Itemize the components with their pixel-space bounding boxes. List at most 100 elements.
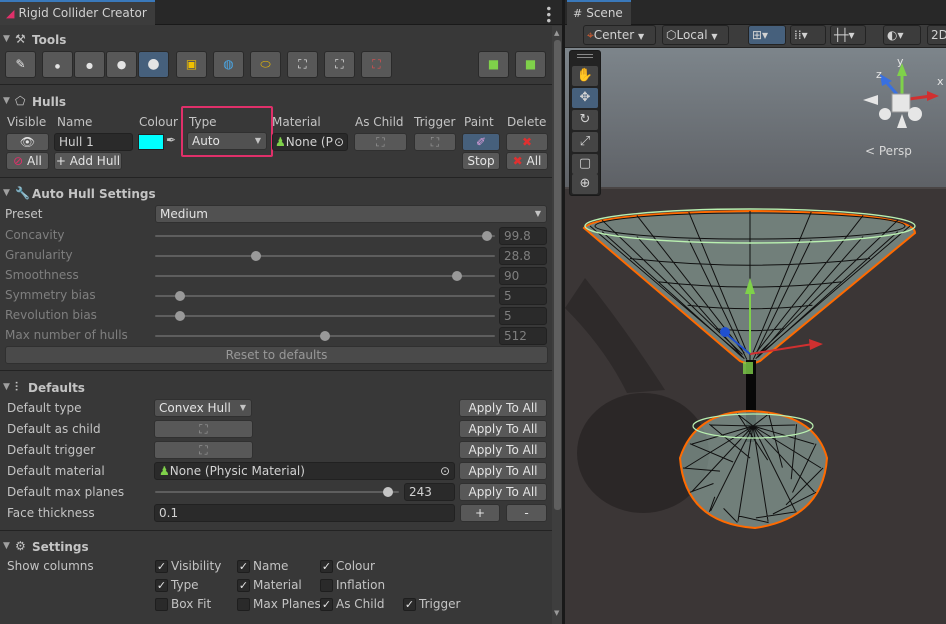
space-dropdown[interactable]: ⬡Local ▼	[662, 25, 729, 45]
max-planes-slider-track[interactable]	[155, 491, 399, 493]
default-as-child-toggle[interactable]: ⛶	[154, 420, 253, 438]
slider-track[interactable]	[155, 315, 495, 317]
slider-knob[interactable]	[481, 231, 492, 241]
apply-trigger-button[interactable]: Apply To All	[459, 441, 547, 459]
trigger-toggle[interactable]: ⛶	[414, 133, 456, 151]
face-thickness-plus-button[interactable]: +	[460, 504, 500, 522]
apply-max-planes-button[interactable]: Apply To All	[459, 483, 547, 501]
overlay-drag-handle[interactable]	[577, 54, 593, 58]
add-hull-button[interactable]: + Add Hull	[54, 152, 122, 170]
slider-knob[interactable]	[452, 271, 462, 281]
default-type-dropdown[interactable]: Convex Hull ▼	[154, 399, 252, 417]
visible-toggle-button[interactable]: 👁	[6, 133, 49, 151]
apply-material-button[interactable]: Apply To All	[459, 462, 547, 480]
as-child-toggle[interactable]: ⛶	[354, 133, 407, 151]
transform-tool-button[interactable]: ⊕	[572, 174, 598, 194]
face-thickness-minus-button[interactable]: -	[506, 504, 547, 522]
show-column-checkbox[interactable]: ✓	[237, 579, 250, 592]
show-column-checkbox[interactable]: ✓	[237, 560, 250, 573]
box-hull-button[interactable]: ▣	[176, 51, 207, 78]
slider-track[interactable]	[155, 275, 495, 277]
brush-l-button[interactable]: ●	[138, 51, 169, 78]
slider-knob[interactable]	[320, 331, 330, 341]
face-thickness-field[interactable]: 0.1	[154, 504, 455, 522]
grid-snap-toggle[interactable]: ⊞▾	[748, 25, 786, 45]
apply-as-child-button[interactable]: Apply To All	[459, 420, 547, 438]
max-planes-slider-knob[interactable]	[382, 487, 393, 497]
show-column-checkbox[interactable]: ✓	[320, 598, 333, 611]
max-planes-field[interactable]: 243	[404, 483, 455, 501]
show-column-checkbox[interactable]: ✓	[320, 560, 333, 573]
delete-hull-button[interactable]: ✖	[506, 133, 548, 151]
slider-value-field[interactable]: 5	[499, 287, 547, 305]
snap-ruler-icon: ┼┼▾	[834, 28, 855, 42]
brush-xs-button[interactable]: ●	[42, 51, 73, 78]
scale-tool-button[interactable]: ⤢	[572, 132, 598, 152]
show-column-checkbox[interactable]: ✓	[155, 579, 168, 592]
hammer-icon: ⚒	[15, 32, 26, 46]
slider-track[interactable]	[155, 235, 495, 237]
apply-type-button[interactable]: Apply To All	[459, 399, 547, 417]
hull-material-field[interactable]: ♟None (P ⊙	[272, 133, 348, 151]
show-column-checkbox[interactable]	[320, 579, 333, 592]
preset-dropdown[interactable]: Medium ▼	[155, 205, 547, 223]
defaults-section-header[interactable]: ▼ ⫶ Defaults	[0, 378, 552, 400]
select-crop-button[interactable]: ⛶	[324, 51, 355, 78]
more-options-icon[interactable]: •••	[541, 5, 555, 23]
auto-hull-section-header[interactable]: ▼ 🔧 Auto Hull Settings	[0, 184, 552, 206]
scene-tab[interactable]: # Scene	[567, 0, 631, 25]
slider-track[interactable]	[155, 255, 495, 257]
slider-track[interactable]	[155, 295, 495, 297]
hull-colour-swatch[interactable]	[138, 134, 164, 150]
slider-value-field[interactable]: 28.8	[499, 247, 547, 265]
hulls-section-header[interactable]: ▼ ⬠ Hulls	[0, 92, 552, 114]
show-column-checkbox[interactable]	[155, 598, 168, 611]
add-collider-button[interactable]: ■	[478, 51, 509, 78]
default-material-field[interactable]: ♟None (Physic Material) ⊙	[154, 462, 455, 480]
all-visible-button[interactable]: ⊘ All	[6, 152, 49, 170]
eyedropper-icon[interactable]: ✒	[166, 133, 176, 147]
paint-toggle[interactable]: ✐	[462, 133, 500, 151]
hand-tool-button[interactable]: ✋	[572, 66, 598, 86]
2d-toggle[interactable]: 2D	[927, 25, 946, 45]
show-column-checkbox[interactable]: ✓	[155, 560, 168, 573]
scrollbar-thumb[interactable]	[554, 40, 561, 510]
sphere-hull-button[interactable]: ◍	[213, 51, 244, 78]
scene-viewport[interactable]: y x z < Persp	[565, 48, 946, 624]
tools-section-header[interactable]: ▼ ⚒ Tools	[0, 30, 552, 52]
slider-value-field[interactable]: 5	[499, 307, 547, 325]
select-box-button[interactable]: ⛶	[287, 51, 318, 78]
delete-all-button[interactable]: ✖ All	[506, 152, 548, 170]
slider-value-field[interactable]: 99.8	[499, 227, 547, 245]
rect-tool-button[interactable]: ▢	[572, 154, 598, 174]
brush-m-button[interactable]: ●	[106, 51, 137, 78]
divider	[0, 370, 552, 371]
grid-visibility-dropdown[interactable]: ⁞⁞▾	[790, 25, 826, 45]
default-trigger-toggle[interactable]: ⛶	[154, 441, 253, 459]
rotate-tool-button[interactable]: ↻	[572, 110, 598, 130]
delete-collider-button[interactable]: ■	[515, 51, 546, 78]
scroll-down-icon[interactable]: ▼	[554, 609, 559, 617]
show-column-checkbox[interactable]	[237, 598, 250, 611]
pivot-dropdown[interactable]: ⌖Center ▼	[583, 25, 656, 45]
draw-mode-dropdown[interactable]: ◐▾	[883, 25, 921, 45]
increment-snap-dropdown[interactable]: ┼┼▾	[830, 25, 866, 45]
move-tool-button[interactable]: ✥	[572, 88, 598, 108]
persp-label[interactable]: < Persp	[865, 144, 912, 158]
scroll-up-icon[interactable]: ▲	[554, 29, 559, 37]
rigid-collider-creator-tab[interactable]: ◢ Rigid Collider Creator	[0, 0, 155, 25]
brush-s-button[interactable]: ●	[74, 51, 105, 78]
slider-knob[interactable]	[174, 291, 185, 301]
show-column-checkbox[interactable]: ✓	[403, 598, 416, 611]
slider-value-field[interactable]: 90	[499, 267, 547, 285]
slider-knob[interactable]	[250, 251, 261, 261]
capsule-hull-button[interactable]: ⬭	[250, 51, 281, 78]
settings-section-header[interactable]: ▼ ⚙ Settings	[0, 537, 552, 559]
reset-defaults-button[interactable]: Reset to defaults	[5, 346, 548, 364]
slider-value-field[interactable]: 512	[499, 327, 547, 345]
stop-button[interactable]: Stop	[462, 152, 500, 170]
pencil-tool-button[interactable]: ✎	[5, 51, 36, 78]
slider-knob[interactable]	[174, 311, 185, 321]
bounding-box-button[interactable]: ⛶	[361, 51, 392, 78]
hull-name-field[interactable]: Hull 1	[54, 133, 133, 151]
